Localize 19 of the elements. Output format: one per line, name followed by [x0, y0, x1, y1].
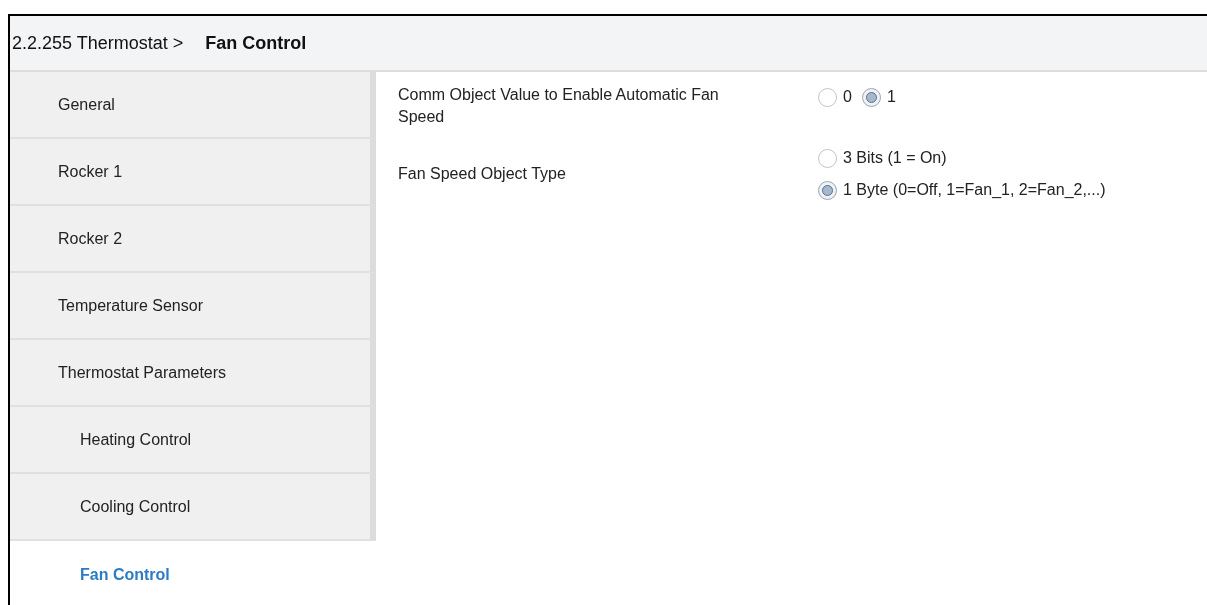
- option-label: 1 Byte (0=Off, 1=Fan_1, 2=Fan_2,...): [843, 180, 1106, 200]
- parameter-label: Fan Speed Object Type: [398, 164, 567, 184]
- option-label: 3 Bits (1 = On): [843, 148, 947, 168]
- breadcrumb-parent[interactable]: 2.2.255 Thermostat >: [12, 29, 184, 57]
- sidebar-item[interactable]: Temperature Sensor: [10, 273, 376, 340]
- option-label: 0: [843, 87, 852, 107]
- parameter-label: Comm Object Value to Enable Automatic Fan Speed: [398, 85, 720, 127]
- sidebar-item[interactable]: Rocker 2: [10, 206, 376, 273]
- breadcrumb-current: Fan Control: [205, 31, 307, 55]
- sidebar-item[interactable]: Rocker 1: [10, 139, 376, 206]
- radio-button[interactable]: [818, 180, 837, 200]
- sidebar-item[interactable]: General: [10, 72, 376, 139]
- radio-button[interactable]: [818, 148, 837, 168]
- sidebar-item[interactable]: Heating Control: [10, 407, 376, 474]
- sidebar-item[interactable]: Thermostat Parameters: [10, 340, 376, 407]
- sidebar-item[interactable]: Cooling Control: [10, 474, 376, 541]
- radio-button[interactable]: [818, 87, 837, 107]
- option-label: 1: [886, 87, 896, 107]
- radio-button[interactable]: [861, 87, 881, 107]
